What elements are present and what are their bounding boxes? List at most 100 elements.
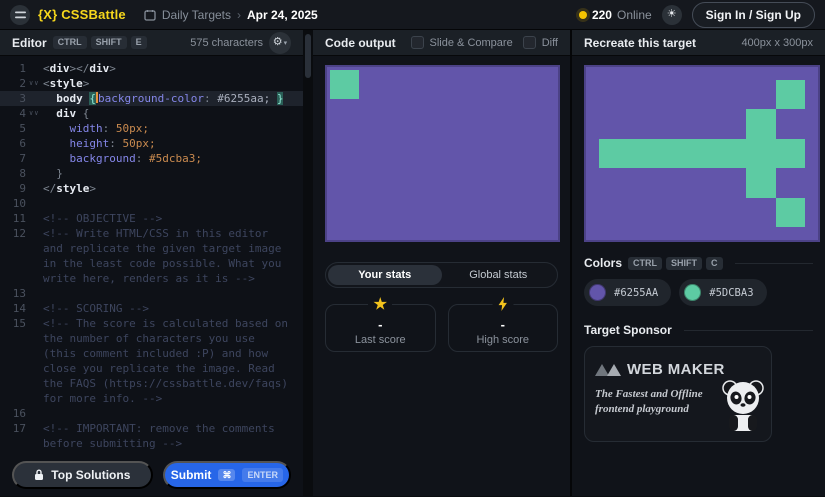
nav-daily-targets[interactable]: Daily Targets [162,8,231,22]
token-pun: > [109,62,116,75]
chevron-right-icon: › [237,8,241,22]
code-line[interactable]: 15<!-- The score is calculated based on … [0,316,303,406]
fold-marker-icon [26,121,43,136]
line-number: 10 [0,196,26,211]
code-line[interactable]: 17<!-- IMPORTANT: remove the comments be… [0,421,303,451]
code-line[interactable]: 12<!-- Write HTML/CSS in this editor and… [0,226,303,286]
token-plain [76,107,83,120]
code-text: height: 50px; [43,136,303,151]
current-date[interactable]: Apr 24, 2025 [247,8,318,22]
code-line[interactable]: 9 </style> [0,181,303,196]
code-text [43,406,303,421]
line-number: 1 [0,61,26,76]
token-pun: { [83,107,90,120]
color-swatch-icon [589,284,606,301]
slide-compare-label[interactable]: Slide & Compare [430,37,513,49]
token-com: <!-- SCORING --> [43,302,149,315]
code-line[interactable]: 11<!-- OBJECTIVE --> [0,211,303,226]
fold-marker-icon [26,196,43,211]
token-tag: div [56,107,76,120]
slide-compare-checkbox[interactable] [411,36,424,49]
theme-toggle-button[interactable]: ☀ [662,5,682,25]
panda-mascot-icon [717,379,767,435]
line-number: 12 [0,226,26,286]
code-text: <!-- The score is calculated based on th… [43,316,303,406]
line-number: 4 [0,106,26,121]
fold-marker-icon [26,211,43,226]
editor-scrollbar[interactable] [303,30,313,496]
token-prop: width [70,122,103,135]
token-plain [43,167,56,180]
editor-header: Editor CTRLSHIFTE 575 characters ⚙ ▾ [0,30,303,56]
token-pun: < [43,77,50,90]
sponsor-card[interactable]: WEB MAKER The Fastest and Offline fronte… [584,346,772,442]
output-header: Code output Slide & Compare Diff [313,30,570,56]
fold-marker-icon [26,136,43,151]
sign-in-button[interactable]: Sign In / Sign Up [692,2,815,28]
color-pill[interactable]: #6255AA [584,279,671,306]
code-line[interactable]: 4∨∨ div { [0,106,303,121]
score-value: - [501,317,505,332]
cssbattle-logo[interactable]: {X} CSSBattle [38,7,126,22]
code-line[interactable]: 13 [0,286,303,301]
code-line[interactable]: 6 height: 50px; [0,136,303,151]
code-text [43,196,303,211]
online-badge[interactable]: 220 Online [579,8,652,22]
token-val: 50px; [116,137,156,150]
line-number: 14 [0,301,26,316]
colors-section: Colors CTRLSHIFTC #6255AA#5DCBA3 [572,242,825,306]
target-title: Recreate this target [584,36,696,50]
code-line[interactable]: 7 background: #5dcba3; [0,151,303,166]
fold-marker-icon[interactable]: ∨∨ [26,76,43,91]
score-card: -Last score [325,304,436,352]
tab-global-stats[interactable]: Global stats [442,265,556,285]
sun-icon: ☀ [667,9,677,20]
code-text: </style> [43,181,303,196]
token-pun: } [56,167,63,180]
code-editor[interactable]: 1<div></div>2∨∨<style>3 body {background… [0,56,303,454]
code-line[interactable]: 16 [0,406,303,421]
line-number: 9 [0,181,26,196]
editor-actions: Top Solutions Submit ⌘ ENTER [0,454,303,496]
token-val: 50px; [109,122,149,135]
color-pill[interactable]: #5DCBA3 [679,279,766,306]
fold-marker-icon [26,166,43,181]
tagline-line1: The Fastest and Offline [595,388,703,400]
token-bhl: } [277,92,284,105]
code-line[interactable]: 8 } [0,166,303,181]
token-com: <!-- IMPORTANT: remove the comments befo… [43,422,281,450]
code-text: <style> [43,76,303,91]
editor-settings-button[interactable]: ⚙ ▾ [269,32,291,54]
diff-label[interactable]: Diff [542,37,558,49]
divider [684,330,813,331]
submit-label: Submit [171,468,212,482]
enter-key-badge: ENTER [242,468,283,483]
diff-checkbox[interactable] [523,36,536,49]
submit-button[interactable]: Submit ⌘ ENTER [163,461,291,489]
main-area: Editor CTRLSHIFTE 575 characters ⚙ ▾ 1<d… [0,30,825,496]
token-tag: style [50,77,83,90]
scrollbar-thumb[interactable] [305,34,311,78]
token-plain [270,92,277,105]
top-solutions-button[interactable]: Top Solutions [12,461,153,489]
code-text: } [43,166,303,181]
fold-marker-icon[interactable]: ∨∨ [26,106,43,121]
fold-marker-icon [26,316,43,406]
sponsor-name: WEB MAKER [627,361,725,378]
sponsor-tagline: The Fastest and Offline frontend playgro… [595,387,721,417]
stats-cards: -Last score-High score [325,304,558,352]
code-line[interactable]: 10 [0,196,303,211]
code-line[interactable]: 1<div></div> [0,61,303,76]
code-line[interactable]: 14 <!-- SCORING --> [0,301,303,316]
code-line[interactable]: 3 body {background-color: #6255aa; } [0,91,303,106]
line-number: 8 [0,166,26,181]
score-card: -High score [448,304,559,352]
menu-button[interactable] [10,5,30,25]
code-line[interactable]: 5 width: 50px; [0,121,303,136]
code-line[interactable]: 2∨∨<style> [0,76,303,91]
target-header: Recreate this target 400px x 300px [572,30,825,56]
output-panel: Code output Slide & Compare Diff Your st… [313,30,570,496]
colors-title: Colors [584,256,622,270]
editor-title: Editor [12,36,47,50]
tab-your-stats[interactable]: Your stats [328,265,442,285]
